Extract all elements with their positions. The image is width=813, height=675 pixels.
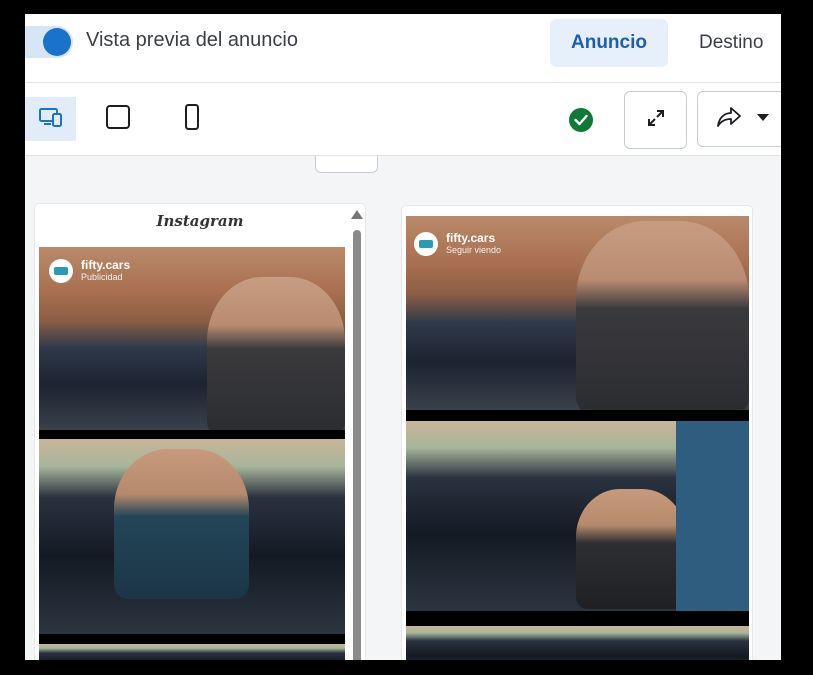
- ad-account-header[interactable]: fifty.cars Publicidad: [49, 259, 130, 283]
- driver-figure: [114, 449, 249, 599]
- avatar[interactable]: [49, 259, 73, 283]
- instagram-feed-preview: Instagram fifty.cars Publicidad: [35, 204, 365, 660]
- standing-person: [676, 421, 749, 611]
- story-image-bottom: [406, 421, 749, 611]
- story-account-header[interactable]: fifty.cars Seguir viendo: [414, 232, 501, 256]
- driver-figure: [576, 489, 686, 609]
- person-figure: [576, 221, 749, 410]
- caret-down-icon: [756, 110, 770, 128]
- desktop-mobile-view-button[interactable]: [25, 97, 76, 141]
- account-subtitle: Publicidad: [81, 272, 123, 282]
- image-divider: [406, 410, 749, 421]
- preview-toggle-label: Vista previa del anuncio: [86, 29, 298, 51]
- preview-toggle[interactable]: [25, 26, 73, 58]
- person-figure: [207, 277, 345, 430]
- avatar[interactable]: [414, 232, 438, 256]
- image-divider: [39, 430, 345, 439]
- preview-header: Vista previa del anuncio Anuncio Destino: [25, 14, 781, 83]
- toggle-knob: [43, 28, 71, 56]
- tab-anuncio[interactable]: Anuncio: [550, 19, 668, 67]
- expand-button[interactable]: [624, 91, 687, 149]
- image-divider: [406, 611, 749, 626]
- image-divider: [39, 634, 345, 644]
- account-name[interactable]: fifty.cars: [81, 259, 130, 272]
- ad-image-partial: [39, 644, 345, 660]
- platform-title: Instagram: [156, 212, 244, 230]
- account-subtitle: Seguir viendo: [446, 245, 502, 255]
- ad-image-bottom: [39, 439, 345, 634]
- checkmark-circle-icon: [569, 108, 593, 132]
- desktop-mobile-icon: [38, 107, 63, 132]
- scroll-up-arrow[interactable]: [351, 210, 363, 219]
- square-view-button[interactable]: [94, 97, 142, 141]
- ad-preview-panel: Vista previa del anuncio Anuncio Destino: [25, 14, 781, 660]
- tab-destino[interactable]: Destino: [699, 19, 763, 67]
- share-icon: [716, 105, 742, 134]
- account-name[interactable]: fifty.cars: [446, 232, 501, 245]
- instagram-stories-preview: fifty.cars Seguir viendo: [402, 206, 752, 660]
- scrollbar-thumb[interactable]: [353, 230, 361, 660]
- square-icon: [105, 104, 131, 135]
- mobile-view-button[interactable]: [168, 97, 216, 141]
- story-image-partial: [406, 626, 749, 660]
- preview-toolbar: [25, 83, 781, 156]
- expand-icon: [646, 108, 666, 133]
- share-menu-button[interactable]: [697, 91, 781, 147]
- mobile-phone-icon: [184, 103, 200, 135]
- partial-button[interactable]: [315, 156, 378, 173]
